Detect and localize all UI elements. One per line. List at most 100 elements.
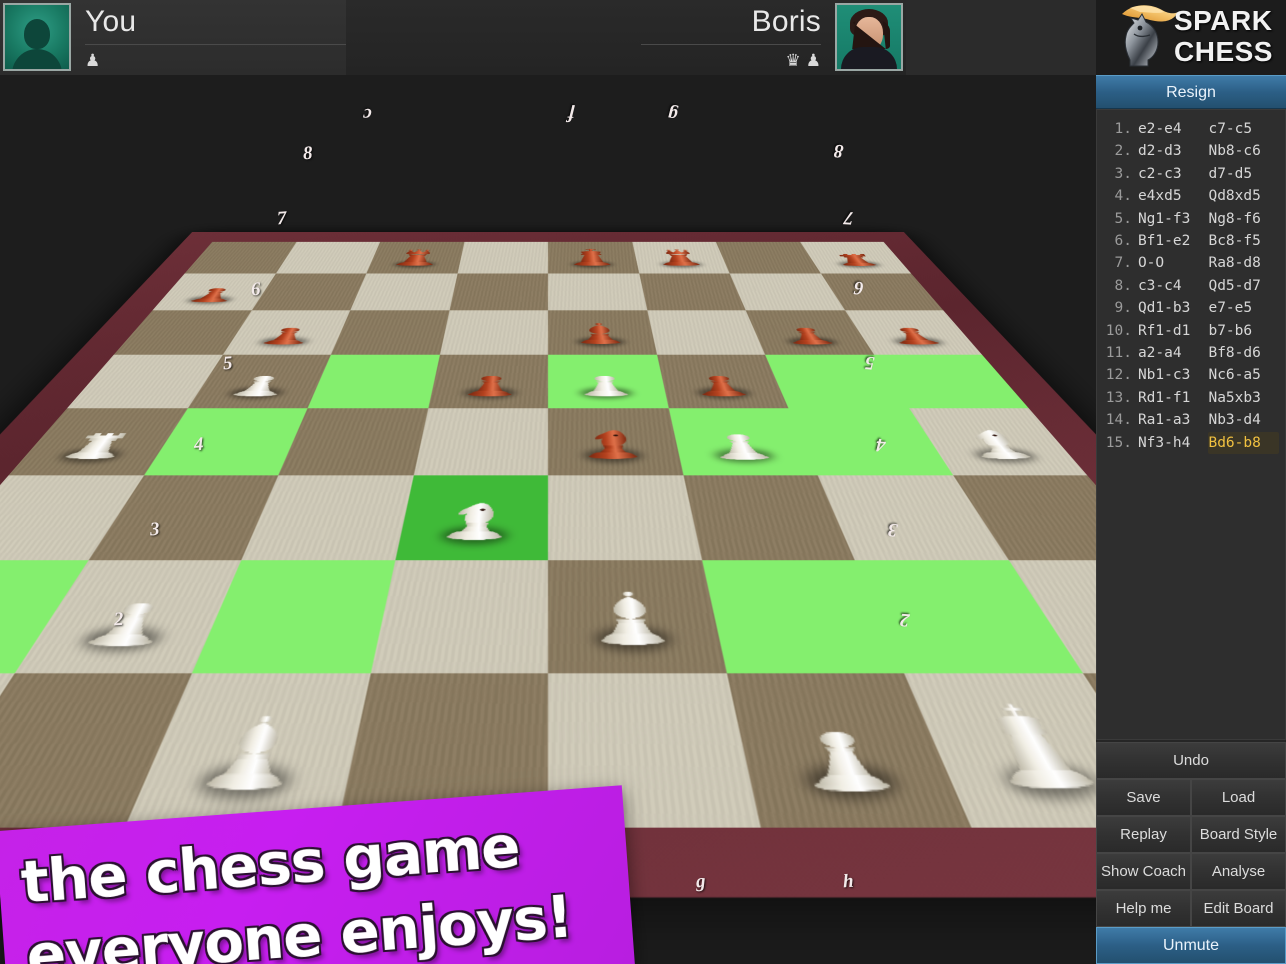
save-button[interactable]: Save [1096, 779, 1191, 816]
board-square-c5[interactable] [307, 354, 440, 409]
move-black[interactable]: Qd5-d7 [1208, 275, 1279, 297]
move-white[interactable]: c3-c4 [1138, 275, 1209, 297]
board-square-f7[interactable] [638, 273, 746, 311]
file-label-bottom-g: g [695, 870, 707, 893]
move-white[interactable]: Bf1-e2 [1138, 230, 1209, 252]
board-square-d8[interactable] [457, 241, 548, 274]
show-coach-button[interactable]: Show Coach [1096, 853, 1191, 890]
board-square-e8[interactable] [548, 241, 639, 274]
move-number: 11. [1105, 345, 1132, 362]
help-me-button[interactable]: Help me [1096, 890, 1191, 927]
move-black[interactable]: Nb3-d4 [1208, 409, 1279, 431]
move-row[interactable]: 13. Rd1-f1 Na5xb3 [1103, 387, 1279, 409]
board-square-e2[interactable] [548, 560, 726, 673]
move-white[interactable]: Ra1-a3 [1138, 409, 1209, 431]
logo-text: SPARK CHESS [1174, 5, 1286, 67]
move-row[interactable]: 8. c3-c4 Qd5-d7 [1103, 275, 1279, 297]
move-white[interactable]: d2-d3 [1138, 140, 1209, 162]
move-white[interactable]: Qd1-b3 [1138, 297, 1209, 319]
rank-label-left-2: 2 [113, 608, 125, 631]
move-black[interactable]: Nc6-a5 [1208, 364, 1279, 386]
move-white[interactable]: Rf1-d1 [1138, 320, 1209, 342]
board-square-e3[interactable] [548, 475, 702, 561]
file-label-bottom-h: h [842, 870, 855, 893]
board-square-e5[interactable] [548, 354, 669, 409]
rank-label-right-3: 3 [887, 518, 899, 541]
move-black[interactable]: Qd8xd5 [1208, 185, 1279, 207]
move-black[interactable]: Nb8-c6 [1208, 140, 1279, 162]
board-square-d2[interactable] [370, 560, 548, 673]
move-row[interactable]: 11. a2-a4 Bf8-d6 [1103, 342, 1279, 364]
move-number: 9. [1114, 300, 1132, 317]
resign-button[interactable]: Resign [1096, 75, 1286, 109]
replay-button[interactable]: Replay [1096, 816, 1191, 853]
move-black[interactable]: Ra8-d8 [1208, 252, 1279, 274]
move-row[interactable]: 7. O-O Ra8-d8 [1103, 252, 1279, 274]
sparkchess-logo: SPARK CHESS [1096, 0, 1286, 75]
move-number: 10. [1105, 322, 1132, 339]
move-number: 2. [1114, 143, 1132, 160]
move-row[interactable]: 15. Nf3-h4 Bd6-b8 [1103, 431, 1279, 455]
move-white[interactable]: Rd1-f1 [1138, 387, 1209, 409]
move-number: 5. [1114, 210, 1132, 227]
move-white[interactable]: Nb1-c3 [1138, 364, 1209, 386]
unmute-button[interactable]: Unmute [1096, 927, 1286, 964]
move-black[interactable]: Bc8-f5 [1208, 230, 1279, 252]
move-row[interactable]: 1. e2-e4 c7-c5 [1103, 118, 1279, 140]
board-square-d5[interactable] [427, 354, 548, 409]
avatar-you[interactable] [3, 3, 71, 71]
board-square-e4[interactable] [548, 408, 683, 476]
move-black[interactable]: d7-d5 [1208, 163, 1279, 185]
board-square-c8[interactable] [366, 241, 465, 274]
move-white[interactable]: Nf3-h4 [1138, 432, 1209, 454]
move-white[interactable]: a2-a4 [1138, 342, 1209, 364]
move-list[interactable]: 1. e2-e4 c7-c5 2. d2-d3 Nb8-c6 3. c2-c3 d7-d5 4. e… [1096, 109, 1286, 740]
move-number: 14. [1105, 412, 1132, 429]
move-white[interactable]: c2-c3 [1138, 163, 1209, 185]
move-black[interactable]: e7-e5 [1208, 297, 1279, 319]
move-row[interactable]: 6. Bf1-e2 Bc8-f5 [1103, 230, 1279, 252]
analyse-button[interactable]: Analyse [1191, 853, 1286, 890]
rank-label-right-6: 6 [853, 276, 865, 299]
chessboard-3d[interactable] [0, 231, 1096, 898]
move-black[interactable]: c7-c5 [1208, 118, 1279, 140]
board-square-d3[interactable] [394, 475, 548, 561]
undo-button[interactable]: Undo [1096, 742, 1286, 779]
player-panel-opponent[interactable]: Boris ♛ ♟ [346, 0, 906, 75]
move-row[interactable]: 3. c2-c3 d7-d5 [1103, 163, 1279, 185]
move-row[interactable]: 14. Ra1-a3 Nb3-d4 [1103, 409, 1279, 431]
move-number: 8. [1114, 277, 1132, 294]
move-black[interactable]: Ng8-f6 [1208, 208, 1279, 230]
captured-pieces-you: ♟ [85, 49, 100, 71]
move-white[interactable]: O-O [1138, 252, 1209, 274]
load-button[interactable]: Load [1191, 779, 1286, 816]
move-row[interactable]: 4. e4xd5 Qd8xd5 [1103, 185, 1279, 207]
move-row[interactable]: 5. Ng1-f3 Ng8-f6 [1103, 208, 1279, 230]
move-white[interactable]: e4xd5 [1138, 185, 1209, 207]
board-square-e7[interactable] [548, 273, 647, 311]
move-row[interactable]: 10. Rf1-d1 b7-b6 [1103, 320, 1279, 342]
board-square-c7[interactable] [350, 273, 458, 311]
move-black[interactable]: Bf8-d6 [1208, 342, 1279, 364]
move-row[interactable]: 9. Qd1-b3 e7-e5 [1103, 297, 1279, 319]
board-square-d7[interactable] [449, 273, 548, 311]
board-square-d4[interactable] [413, 408, 548, 476]
rank-label-left-8: 8 [302, 142, 314, 165]
rank-label-left-5: 5 [222, 352, 234, 375]
chessboard-area[interactable]: 87654328765432fghcfg the chess game ever… [0, 75, 1096, 964]
move-row[interactable]: 2. d2-d3 Nb8-c6 [1103, 140, 1279, 162]
move-black[interactable]: Na5xb3 [1208, 387, 1279, 409]
sparkchess-window: You ♟ 10:13 0:00 Boris ♛ [0, 0, 1286, 964]
move-white[interactable]: Ng1-f3 [1138, 208, 1209, 230]
rank-label-right-2: 2 [899, 608, 911, 631]
move-black[interactable]: b7-b6 [1208, 320, 1279, 342]
board-style-button[interactable]: Board Style [1191, 816, 1286, 853]
move-white[interactable]: e2-e4 [1138, 118, 1209, 140]
move-row[interactable]: 12. Nb1-c3 Nc6-a5 [1103, 364, 1279, 386]
board-square-f8[interactable] [631, 241, 730, 274]
edit-board-button[interactable]: Edit Board [1191, 890, 1286, 927]
player-info-opponent: Boris ♛ ♟ [641, 0, 821, 75]
move-black[interactable]: Bd6-b8 [1208, 431, 1279, 455]
avatar-opponent[interactable] [835, 3, 903, 71]
board-squares[interactable] [0, 241, 1096, 828]
